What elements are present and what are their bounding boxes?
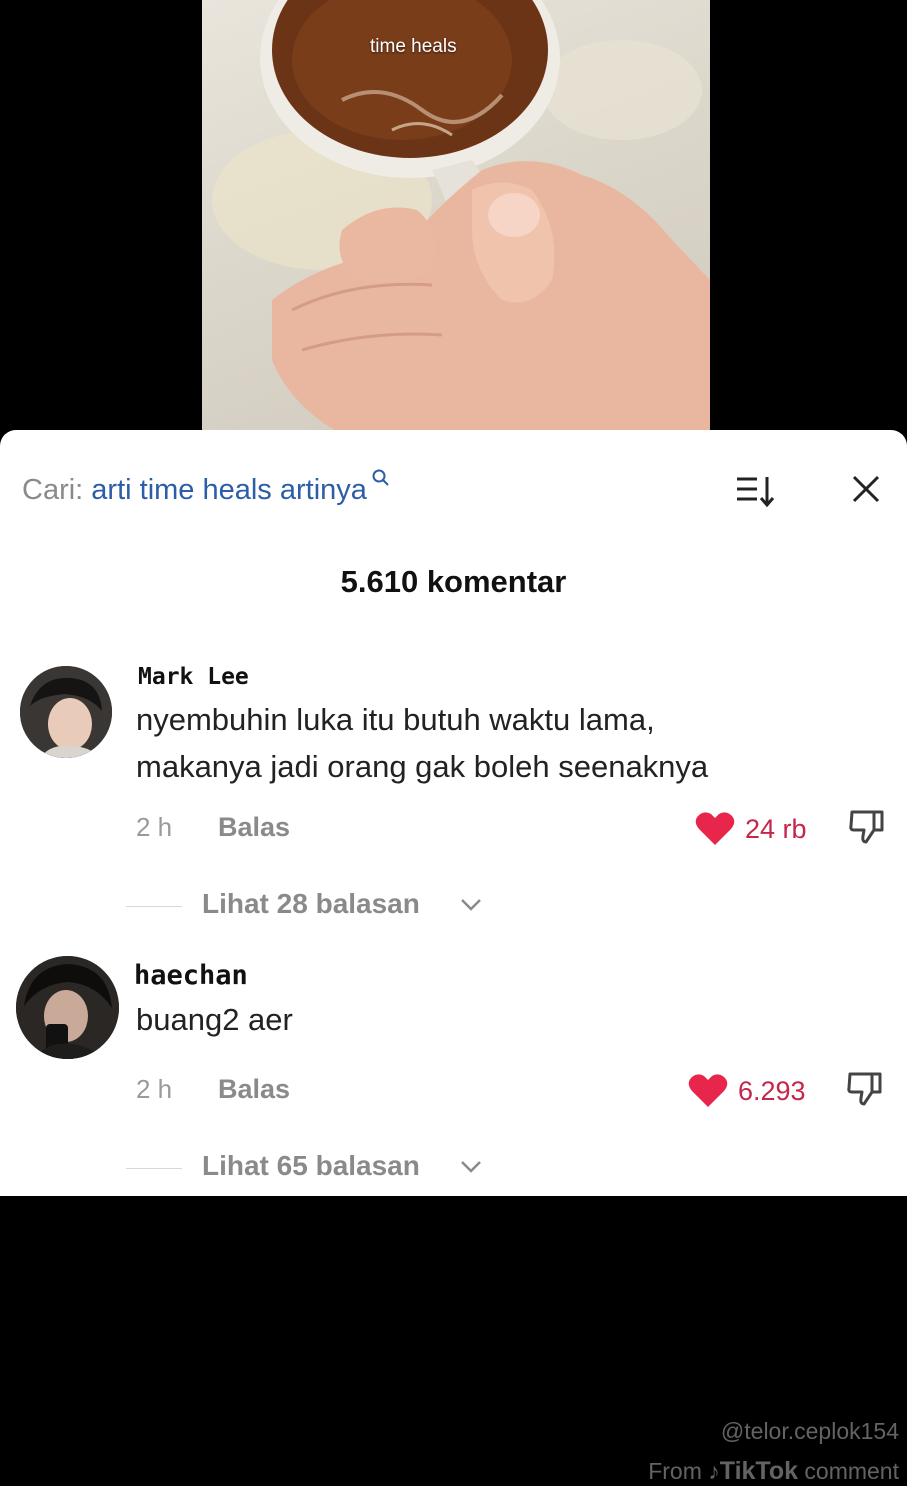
video-caption: time heals [370,36,457,57]
thumbs-down-icon[interactable] [848,808,886,846]
avatar[interactable] [20,666,112,758]
heart-icon[interactable] [688,1072,728,1108]
chevron-down-icon [461,1161,481,1173]
comment-count-title: 5.610 komentar [340,564,567,599]
heart-icon[interactable] [695,810,735,846]
search-term-link[interactable]: arti time heals artinya [91,474,367,506]
search-suggestion[interactable]: Cari: arti time heals artinya [22,469,389,507]
comment-username[interactable]: haechan [134,960,248,991]
view-replies-label: Lihat 28 balasan [202,888,420,919]
sort-icon[interactable] [735,474,775,508]
comment-text-line: buang2 aer [136,1002,293,1037]
comment-item: haechan buang2 aer 2 h Balas 6.293 Lihat… [0,956,907,1200]
comment-item: Mark Lee nyembuhin luka itu butuh waktu … [0,662,907,919]
thumbs-down-icon[interactable] [846,1070,884,1108]
like-count: 6.293 [738,1076,806,1106]
watermark-brand-name: TikTok [719,1457,799,1485]
tiktok-logo-icon: ♪ [708,1458,720,1484]
comment-text-line: makanya jadi orang gak boleh seenaknya [136,749,709,784]
search-icon [372,469,389,486]
divider-line [126,906,182,907]
watermark-brand: From ♪TikTok comment [648,1457,899,1486]
chevron-down-icon [461,899,481,911]
watermark-from: From [648,1458,702,1484]
reply-button[interactable]: Balas [218,1074,290,1105]
reply-button[interactable]: Balas [218,812,290,843]
comment-time: 2 h [136,1074,173,1104]
avatar[interactable] [16,956,119,1059]
comment-text-line: nyembuhin luka itu butuh waktu lama, [136,702,655,737]
view-replies-label: Lihat 65 balasan [202,1150,420,1181]
watermark-suffix: comment [804,1458,899,1484]
divider-line [126,1168,182,1169]
coffee-cup-hand-image [212,0,710,440]
search-prefix: Cari: [22,474,84,506]
close-icon[interactable] [851,474,881,504]
like-count: 24 rb [745,814,807,844]
comments-sheet: Cari: arti time heals artinya 5.610 kome… [0,430,907,1485]
comment-text: buang2 aer [136,996,293,1043]
watermark-handle: @telor.ceplok154 [720,1418,899,1444]
comment-time: 2 h [136,812,173,842]
comment-text: nyembuhin luka itu butuh waktu lama, mak… [136,696,708,790]
comment-username[interactable]: Mark Lee [138,664,249,690]
video-preview[interactable]: time heals [202,0,710,440]
